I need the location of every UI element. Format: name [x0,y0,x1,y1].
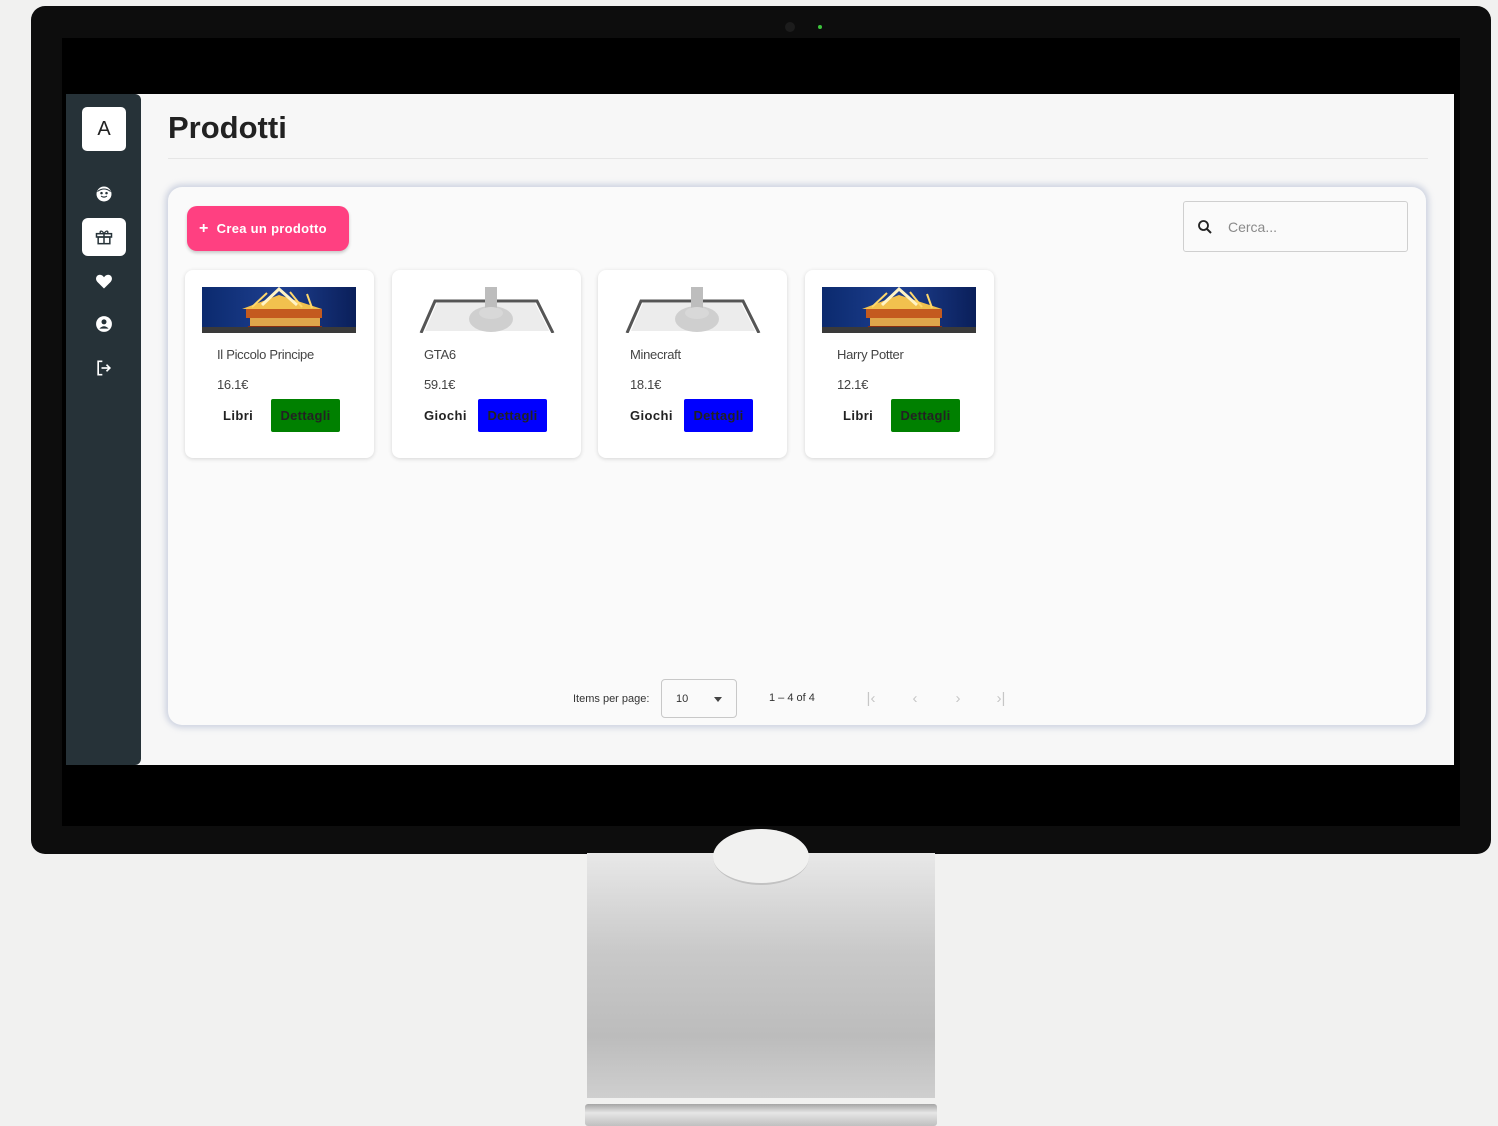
product-category: Giochi [424,408,467,423]
product-name: Harry Potter [837,347,904,362]
game-image [409,287,563,333]
details-button[interactable]: Dettagli [891,399,960,432]
create-product-button[interactable]: + Crea un prodotto [187,206,349,251]
sidebar-item-gift[interactable] [82,218,126,256]
gift-icon [95,230,113,245]
product-card: GTA6 59.1€ Giochi Dettagli [392,270,581,458]
first-page-icon: |‹ [866,689,876,707]
sidebar-item-favorites[interactable] [82,262,126,300]
avatar[interactable]: A [82,107,126,151]
page-title: Prodotti [168,110,287,145]
camera-led [818,25,822,29]
product-price: 18.1€ [630,377,662,392]
logout-icon [97,360,112,376]
products-panel: + Crea un prodotto Cerca... Il Piccolo P… [168,187,1426,725]
chevron-left-icon: ‹ [912,689,918,707]
product-price: 12.1€ [837,377,869,392]
page-range-label: 1 – 4 of 4 [769,692,815,704]
search-box[interactable] [1183,201,1408,252]
chevron-right-icon: › [955,689,961,707]
details-button[interactable]: Dettagli [478,399,547,432]
game-image [615,287,769,333]
title-divider [168,158,1428,159]
product-card: Il Piccolo Principe 16.1€ Libri Dettagli [185,270,374,458]
account-icon [96,316,112,332]
camera-icon [785,22,795,32]
sidebar-item-face[interactable] [82,175,126,213]
heart-icon [96,274,112,289]
app-window: A Prodotti + Crea un prodotto Cerca... I… [66,94,1454,765]
details-button[interactable]: Dettagli [271,399,340,432]
dropdown-arrow-icon [714,697,722,702]
sidebar-item-account[interactable] [82,305,126,343]
product-name: Il Piccolo Principe [217,347,314,362]
product-category: Libri [843,408,874,423]
stand-cable-hole [713,829,809,885]
sidebar-item-logout[interactable] [82,349,126,387]
product-price: 59.1€ [424,377,456,392]
book-image [202,287,356,333]
product-card: Minecraft 18.1€ Giochi Dettagli [598,270,787,458]
previous-page-button[interactable]: ‹ [905,688,925,708]
product-price: 16.1€ [217,377,249,392]
search-icon [1198,219,1212,234]
next-page-button[interactable]: › [948,688,968,708]
page-size-select[interactable]: 10 [661,679,737,718]
search-input[interactable] [1228,218,1388,235]
book-image [822,287,976,333]
monitor-stand-base [585,1104,937,1126]
product-name: GTA6 [424,347,456,362]
plus-icon: + [199,219,209,237]
paginator: Items per page: 10 1 – 4 of 4 |‹ ‹ › ›| [168,679,1426,719]
product-card: Harry Potter 12.1€ Libri Dettagli [805,270,994,458]
first-page-button[interactable]: |‹ [861,688,881,708]
page-size-value: 10 [676,693,689,705]
items-per-page-label: Items per page: [573,693,650,705]
last-page-button[interactable]: ›| [991,688,1011,708]
details-button[interactable]: Dettagli [684,399,753,432]
sidebar: A [66,94,141,765]
product-category: Giochi [630,408,673,423]
product-name: Minecraft [630,347,681,362]
create-product-label: Crea un prodotto [216,221,327,236]
face-icon [96,186,112,202]
monitor-stand [587,829,935,1098]
product-category: Libri [223,408,254,423]
last-page-icon: ›| [996,689,1006,707]
